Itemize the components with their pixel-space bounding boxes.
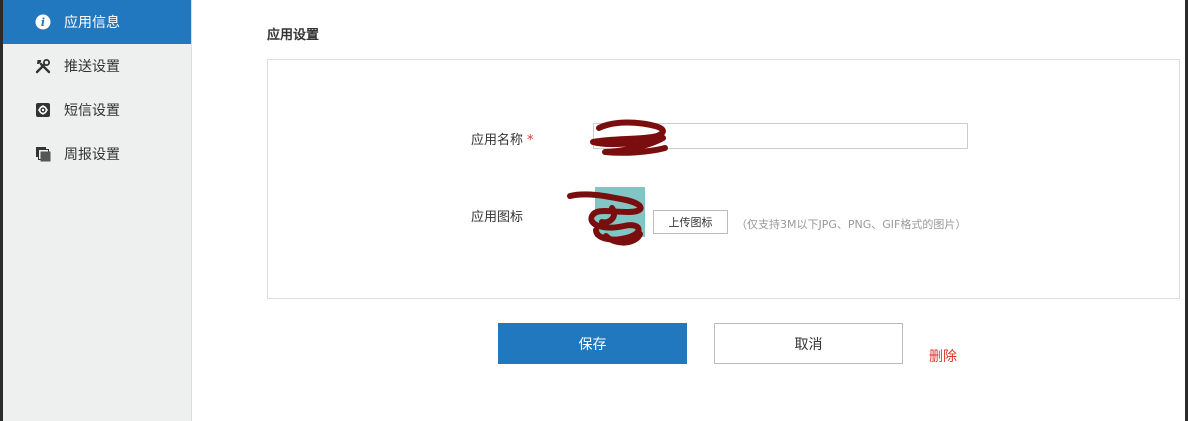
app-name-label-text: 应用名称 xyxy=(471,133,524,148)
upload-icon-button[interactable]: 上传图标 xyxy=(653,210,728,234)
save-button[interactable]: 保存 xyxy=(498,323,687,364)
sidebar-item-label: 应用信息 xyxy=(64,15,120,31)
info-icon: i xyxy=(35,14,51,30)
app-icon-label: 应用图标 xyxy=(471,210,524,225)
cancel-button[interactable]: 取消 xyxy=(714,323,903,364)
sidebar-item-label: 短信设置 xyxy=(64,103,120,119)
sidebar-item-label: 周报设置 xyxy=(64,147,120,163)
app-name-label: 应用名称 * xyxy=(471,129,534,148)
gear-icon xyxy=(35,102,51,118)
svg-text:i: i xyxy=(41,16,45,29)
sidebar-item-label: 推送设置 xyxy=(64,59,120,75)
sidebar-item-weekly-report[interactable]: 周报设置 xyxy=(3,132,191,176)
upload-hint: （仅支持3M以下JPG、PNG、GIF格式的图片） xyxy=(736,218,967,231)
tools-icon xyxy=(35,58,51,74)
redaction-scribble xyxy=(567,191,644,246)
settings-panel xyxy=(267,59,1180,299)
sidebar-item-sms-settings[interactable]: 短信设置 xyxy=(3,88,191,132)
section-title: 应用设置 xyxy=(267,28,320,43)
stack-icon xyxy=(35,146,51,162)
sidebar-item-push-settings[interactable]: 推送设置 xyxy=(3,44,191,88)
delete-link[interactable]: 删除 xyxy=(929,346,957,366)
redaction-scribble xyxy=(590,119,668,156)
required-mark: * xyxy=(527,133,534,148)
sidebar: i 应用信息 推送设置 短信设置 周报设置 xyxy=(3,0,192,421)
sidebar-item-app-info[interactable]: i 应用信息 xyxy=(3,0,191,44)
